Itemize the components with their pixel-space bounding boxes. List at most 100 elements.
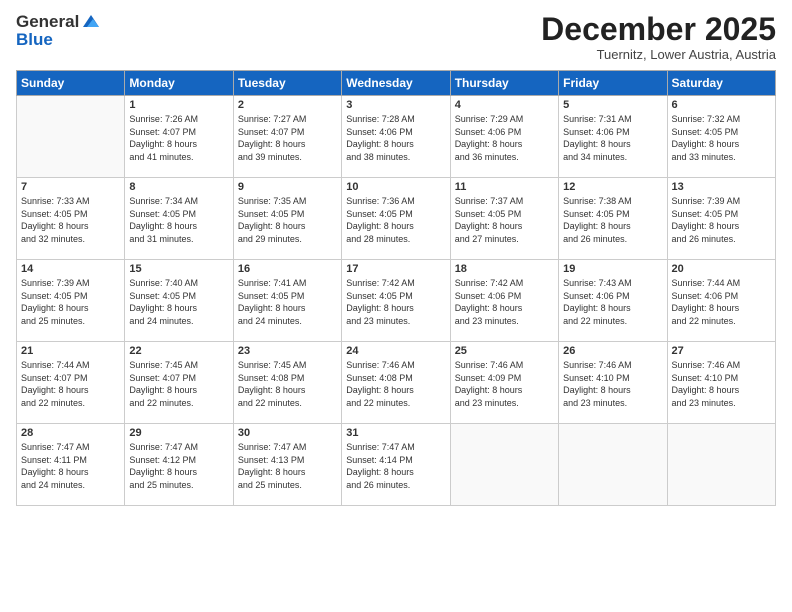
day-number: 18	[455, 263, 554, 275]
header-monday: Monday	[125, 71, 233, 96]
day-info: Sunrise: 7:46 AMSunset: 4:08 PMDaylight:…	[346, 359, 445, 409]
day-number: 4	[455, 99, 554, 111]
logo-blue-text: Blue	[16, 30, 99, 50]
day-info: Sunrise: 7:47 AMSunset: 4:12 PMDaylight:…	[129, 441, 228, 491]
table-row: 13 Sunrise: 7:39 AMSunset: 4:05 PMDayligh…	[667, 178, 775, 260]
table-row: 23Sunrise: 7:45 AMSunset: 4:08 PMDayligh…	[233, 342, 341, 424]
table-row	[559, 424, 667, 506]
day-number: 16	[238, 263, 337, 275]
table-row: 27 Sunrise: 7:46 AMSunset: 4:10 PMDayligh…	[667, 342, 775, 424]
table-row: 21Sunrise: 7:44 AMSunset: 4:07 PMDayligh…	[17, 342, 125, 424]
day-info: Sunrise: 7:47 AMSunset: 4:14 PMDaylight:…	[346, 441, 445, 491]
table-row: 31 Sunrise: 7:47 AMSunset: 4:14 PMDayligh…	[342, 424, 450, 506]
day-info: Sunrise: 7:44 AMSunset: 4:07 PMDaylight:…	[21, 359, 120, 409]
header-thursday: Thursday	[450, 71, 558, 96]
day-info: Sunrise: 7:32 AMSunset: 4:05 PMDaylight:…	[672, 113, 771, 163]
table-row	[17, 96, 125, 178]
day-number: 11	[455, 181, 554, 193]
day-number: 29	[129, 427, 228, 439]
table-row: 4 Sunrise: 7:29 AMSunset: 4:06 PMDaylight…	[450, 96, 558, 178]
day-number: 6	[672, 99, 771, 111]
day-info: Sunrise: 7:34 AMSunset: 4:05 PMDaylight:…	[129, 195, 228, 245]
table-row: 9 Sunrise: 7:35 AMSunset: 4:05 PMDaylight…	[233, 178, 341, 260]
table-row: 15 Sunrise: 7:40 AMSunset: 4:05 PMDayligh…	[125, 260, 233, 342]
day-info: Sunrise: 7:26 AMSunset: 4:07 PMDaylight:…	[129, 113, 228, 163]
logo-icon	[81, 13, 99, 29]
day-number: 19	[563, 263, 662, 275]
table-row: 11 Sunrise: 7:37 AMSunset: 4:05 PMDayligh…	[450, 178, 558, 260]
table-row: 19Sunrise: 7:43 AMSunset: 4:06 PMDayligh…	[559, 260, 667, 342]
day-number: 7	[21, 181, 120, 193]
day-number: 27	[672, 345, 771, 357]
header-wednesday: Wednesday	[342, 71, 450, 96]
day-info: Sunrise: 7:37 AMSunset: 4:05 PMDaylight:…	[455, 195, 554, 245]
day-info: Sunrise: 7:35 AMSunset: 4:05 PMDaylight:…	[238, 195, 337, 245]
day-info: Sunrise: 7:29 AMSunset: 4:06 PMDaylight:…	[455, 113, 554, 163]
header-friday: Friday	[559, 71, 667, 96]
calendar-week-row: 28 Sunrise: 7:47 AMSunset: 4:11 PMDayligh…	[17, 424, 776, 506]
day-number: 30	[238, 427, 337, 439]
table-row: 16 Sunrise: 7:41 AMSunset: 4:05 PMDayligh…	[233, 260, 341, 342]
table-row: 5Sunrise: 7:31 AMSunset: 4:06 PMDaylight…	[559, 96, 667, 178]
day-info: Sunrise: 7:47 AMSunset: 4:13 PMDaylight:…	[238, 441, 337, 491]
calendar-table: Sunday Monday Tuesday Wednesday Thursday…	[16, 70, 776, 506]
table-row: 18 Sunrise: 7:42 AMSunset: 4:06 PMDayligh…	[450, 260, 558, 342]
table-row: 2Sunrise: 7:27 AMSunset: 4:07 PMDaylight…	[233, 96, 341, 178]
day-number: 31	[346, 427, 445, 439]
table-row: 14 Sunrise: 7:39 AMSunset: 4:05 PMDayligh…	[17, 260, 125, 342]
day-number: 1	[129, 99, 228, 111]
day-number: 5	[563, 99, 662, 111]
table-row: 17 Sunrise: 7:42 AMSunset: 4:05 PMDayligh…	[342, 260, 450, 342]
weekday-header-row: Sunday Monday Tuesday Wednesday Thursday…	[17, 71, 776, 96]
table-row: 25 Sunrise: 7:46 AMSunset: 4:09 PMDayligh…	[450, 342, 558, 424]
table-row: 30 Sunrise: 7:47 AMSunset: 4:13 PMDayligh…	[233, 424, 341, 506]
logo-general-text: General	[16, 12, 79, 32]
day-info: Sunrise: 7:42 AMSunset: 4:05 PMDaylight:…	[346, 277, 445, 327]
day-info: Sunrise: 7:40 AMSunset: 4:05 PMDaylight:…	[129, 277, 228, 327]
table-row: 1 Sunrise: 7:26 AMSunset: 4:07 PMDaylight…	[125, 96, 233, 178]
day-info: Sunrise: 7:44 AMSunset: 4:06 PMDaylight:…	[672, 277, 771, 327]
day-number: 22	[129, 345, 228, 357]
day-info: Sunrise: 7:39 AMSunset: 4:05 PMDaylight:…	[21, 277, 120, 327]
day-number: 28	[21, 427, 120, 439]
day-info: Sunrise: 7:39 AMSunset: 4:05 PMDaylight:…	[672, 195, 771, 245]
calendar-week-row: 21Sunrise: 7:44 AMSunset: 4:07 PMDayligh…	[17, 342, 776, 424]
day-info: Sunrise: 7:42 AMSunset: 4:06 PMDaylight:…	[455, 277, 554, 327]
table-row: 29 Sunrise: 7:47 AMSunset: 4:12 PMDayligh…	[125, 424, 233, 506]
day-info: Sunrise: 7:28 AMSunset: 4:06 PMDaylight:…	[346, 113, 445, 163]
table-row: 3 Sunrise: 7:28 AMSunset: 4:06 PMDaylight…	[342, 96, 450, 178]
day-number: 15	[129, 263, 228, 275]
day-info: Sunrise: 7:45 AMSunset: 4:07 PMDaylight:…	[129, 359, 228, 409]
calendar-week-row: 7Sunrise: 7:33 AMSunset: 4:05 PMDaylight…	[17, 178, 776, 260]
table-row: 22 Sunrise: 7:45 AMSunset: 4:07 PMDayligh…	[125, 342, 233, 424]
day-number: 14	[21, 263, 120, 275]
table-row: 7Sunrise: 7:33 AMSunset: 4:05 PMDaylight…	[17, 178, 125, 260]
table-row: 24Sunrise: 7:46 AMSunset: 4:08 PMDayligh…	[342, 342, 450, 424]
day-number: 9	[238, 181, 337, 193]
table-row: 6 Sunrise: 7:32 AMSunset: 4:05 PMDaylight…	[667, 96, 775, 178]
calendar-title: December 2025	[541, 12, 776, 47]
day-number: 25	[455, 345, 554, 357]
day-number: 8	[129, 181, 228, 193]
table-row: 10Sunrise: 7:36 AMSunset: 4:05 PMDayligh…	[342, 178, 450, 260]
table-row: 20Sunrise: 7:44 AMSunset: 4:06 PMDayligh…	[667, 260, 775, 342]
day-info: Sunrise: 7:47 AMSunset: 4:11 PMDaylight:…	[21, 441, 120, 491]
day-info: Sunrise: 7:46 AMSunset: 4:09 PMDaylight:…	[455, 359, 554, 409]
day-info: Sunrise: 7:46 AMSunset: 4:10 PMDaylight:…	[672, 359, 771, 409]
day-info: Sunrise: 7:41 AMSunset: 4:05 PMDaylight:…	[238, 277, 337, 327]
day-number: 17	[346, 263, 445, 275]
header-sunday: Sunday	[17, 71, 125, 96]
header: General Blue December 2025 Tuernitz, Low…	[16, 12, 776, 62]
table-row: 26Sunrise: 7:46 AMSunset: 4:10 PMDayligh…	[559, 342, 667, 424]
calendar-week-row: 14 Sunrise: 7:39 AMSunset: 4:05 PMDayligh…	[17, 260, 776, 342]
logo: General Blue	[16, 12, 99, 50]
page: General Blue December 2025 Tuernitz, Low…	[0, 0, 792, 612]
day-number: 23	[238, 345, 337, 357]
day-number: 3	[346, 99, 445, 111]
table-row	[667, 424, 775, 506]
day-number: 13	[672, 181, 771, 193]
day-info: Sunrise: 7:36 AMSunset: 4:05 PMDaylight:…	[346, 195, 445, 245]
table-row	[450, 424, 558, 506]
calendar-subtitle: Tuernitz, Lower Austria, Austria	[541, 47, 776, 62]
calendar-week-row: 1 Sunrise: 7:26 AMSunset: 4:07 PMDaylight…	[17, 96, 776, 178]
